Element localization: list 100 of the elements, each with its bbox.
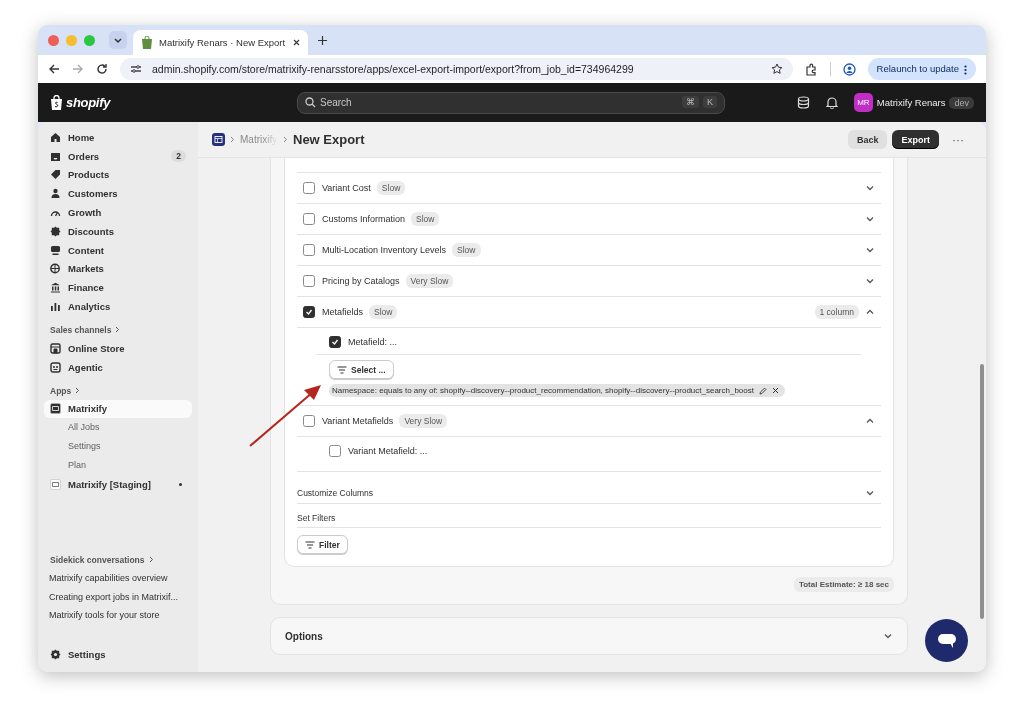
tab-title: Matrixify Renars · New Export	[159, 37, 287, 48]
star-icon[interactable]	[770, 63, 783, 75]
browser-tab[interactable]: Matrixify Renars · New Export	[133, 30, 308, 55]
relaunch-button[interactable]: Relaunch to update	[867, 58, 976, 80]
app-icon	[50, 403, 61, 415]
chevron-down-icon[interactable]	[865, 214, 875, 224]
more-actions-button[interactable]: ···	[950, 132, 966, 147]
sidebar-item[interactable]: Products	[44, 165, 192, 185]
discount-icon	[50, 225, 61, 237]
filter-button[interactable]: Filter	[297, 535, 348, 554]
sidebar-item[interactable]: Finance	[44, 278, 192, 298]
profile-icon[interactable]	[842, 62, 856, 76]
sidebar-item[interactable]: Home	[44, 128, 192, 147]
sidebar-item[interactable]: Matrixify [Staging]	[44, 474, 192, 494]
storefront-icon	[50, 342, 61, 354]
sidebar-item[interactable]: Discounts	[44, 222, 192, 241]
secondary-button[interactable]: Back	[847, 130, 888, 149]
checkbox[interactable]	[329, 336, 341, 348]
checkbox[interactable]	[329, 445, 341, 457]
app-icon[interactable]	[212, 133, 225, 146]
sidebar-item[interactable]: Content	[44, 240, 192, 260]
sidebar-item[interactable]: Agentic	[44, 357, 192, 377]
settings-item[interactable]: Settings	[44, 645, 192, 664]
field-label: Metafield: ...	[348, 337, 398, 347]
apps-heading[interactable]: Apps	[50, 385, 72, 396]
speed-tag: Very Slow	[399, 414, 448, 428]
chevron-down-icon[interactable]	[883, 631, 893, 641]
reload-icon[interactable]	[96, 63, 108, 75]
chevron-right-icon[interactable]	[75, 387, 81, 395]
chevron-right-icon	[230, 136, 235, 143]
puzzle-piece-icon[interactable]	[804, 62, 818, 76]
tag-icon	[50, 169, 61, 181]
options-heading: Options	[285, 630, 323, 642]
primary-button[interactable]: Export	[892, 130, 939, 149]
sidekick-heading[interactable]: Sidekick conversations	[50, 554, 145, 565]
chat-button[interactable]	[925, 619, 968, 662]
select-button[interactable]: Select ...	[329, 360, 394, 379]
checkbox[interactable]	[303, 213, 315, 225]
sidebar-item[interactable]: Online Store	[44, 338, 192, 358]
kebab-menu-icon	[964, 64, 967, 75]
robot-icon	[50, 361, 61, 373]
home-icon	[50, 131, 61, 143]
bank-icon	[50, 282, 61, 294]
customize-columns-label[interactable]: Customize Columns	[297, 488, 374, 498]
database-icon[interactable]	[796, 96, 810, 109]
address-bar[interactable]: admin.shopify.com/store/matrixify-renarsstore/apps/excel-export-import/export?from_job_id=734964299	[120, 58, 793, 80]
sidebar-subitem[interactable]: Settings	[44, 437, 192, 456]
checkbox[interactable]	[303, 415, 315, 427]
site-settings-icon[interactable]	[130, 64, 142, 74]
total-estimate-tag: Total Estimate: ≥ 18 sec	[793, 577, 894, 592]
speed-tag: Slow	[411, 212, 440, 226]
user-name: Matrixify Renars	[876, 97, 946, 108]
person-icon	[50, 188, 61, 200]
sidebar-item[interactable]: Growth	[44, 203, 192, 222]
shopping-bag-icon	[141, 36, 153, 49]
checkbox[interactable]	[303, 275, 315, 287]
content-icon	[50, 244, 61, 256]
page-title: New Export	[293, 132, 365, 147]
chevron-down-icon[interactable]	[865, 245, 875, 255]
speech-bubble-icon	[936, 631, 957, 650]
account-menu[interactable]: MR Matrixify Renars dev	[853, 93, 974, 112]
close-window-icon[interactable]	[48, 34, 59, 46]
sidebar-subitem[interactable]: Plan	[44, 455, 192, 475]
new-tab-icon[interactable]	[318, 35, 327, 45]
chevron-down-icon[interactable]	[865, 488, 875, 498]
sidebar-item[interactable]: Analytics	[44, 297, 192, 316]
tab-list-button[interactable]	[109, 31, 127, 49]
conversation-link[interactable]: Matrixify tools for your store	[44, 606, 192, 626]
checkbox[interactable]	[303, 244, 315, 256]
checkbox[interactable]	[303, 182, 315, 194]
shopify-logo[interactable]: shopify	[50, 95, 111, 110]
section-label: Pricing by Catalogs	[322, 276, 400, 286]
sidebar-item[interactable]: Orders 2	[44, 146, 192, 166]
speed-tag: Very Slow	[405, 274, 454, 288]
chevron-down-icon[interactable]	[865, 276, 875, 286]
settings-icon	[50, 649, 61, 661]
sales-channels-heading[interactable]: Sales channels	[50, 324, 112, 335]
close-icon[interactable]	[772, 387, 779, 394]
checkmark-icon	[331, 338, 339, 346]
section-label: Multi-Location Inventory Levels	[322, 245, 447, 255]
chevron-up-icon[interactable]	[865, 416, 875, 426]
back-arrow-icon[interactable]	[48, 63, 60, 75]
bell-icon[interactable]	[825, 96, 838, 109]
conversation-link[interactable]: Creating export jobs in Matrixif...	[44, 587, 192, 607]
conversation-link[interactable]: Matrixify capabilities overview	[44, 568, 192, 588]
options-panel[interactable]: Options	[270, 617, 908, 655]
chevron-right-icon[interactable]	[148, 556, 154, 564]
checkbox[interactable]	[303, 306, 315, 318]
inbox-icon	[50, 150, 61, 162]
sidebar-item[interactable]: Matrixify	[44, 399, 192, 419]
chevron-up-icon[interactable]	[865, 307, 875, 317]
close-tab-icon[interactable]	[293, 39, 300, 46]
pencil-icon[interactable]	[759, 386, 767, 395]
sidebar-subitem[interactable]: All Jobs	[44, 418, 192, 438]
chevron-down-icon[interactable]	[865, 183, 875, 193]
scrollbar[interactable]	[980, 364, 984, 619]
sidebar-item[interactable]: Customers	[44, 184, 192, 204]
speed-tag: Slow	[369, 305, 398, 319]
sidebar-item[interactable]: Markets	[44, 259, 192, 279]
chevron-right-icon[interactable]	[115, 326, 121, 334]
